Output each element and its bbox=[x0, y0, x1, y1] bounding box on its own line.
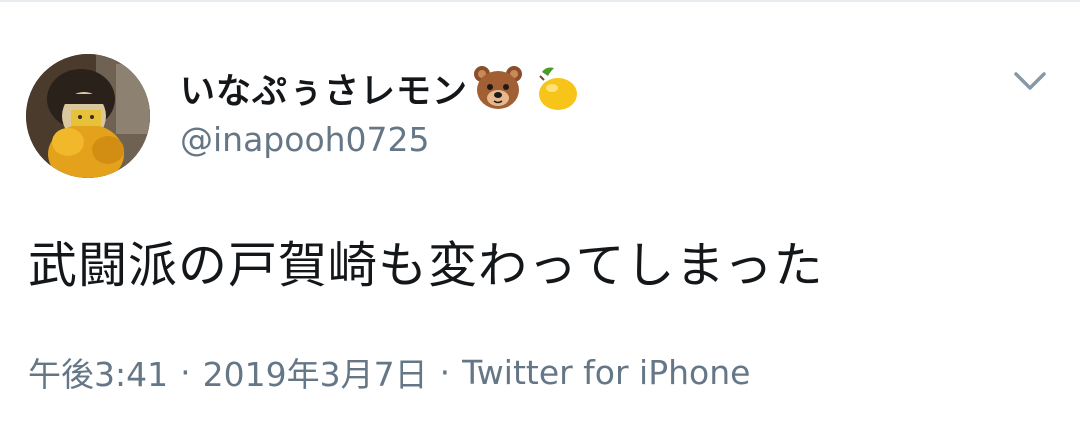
display-name-row[interactable]: いなぷぅさレモン bbox=[180, 60, 580, 116]
lemon-emoji bbox=[528, 62, 580, 114]
tweet-meta: 午後3:41 · 2019年3月7日 · Twitter for iPhone bbox=[28, 348, 750, 396]
meta-separator: · bbox=[439, 352, 451, 392]
tweet-text: 武闘派の戸賀崎も変わってしまった bbox=[28, 237, 824, 294]
display-name[interactable]: いなぷぅさレモン bbox=[180, 63, 468, 114]
chevron-down-icon[interactable] bbox=[1008, 64, 1052, 100]
tweet-time[interactable]: 午後3:41 bbox=[28, 348, 168, 396]
tweet-card: いなぷぅさレモン @inapooh0725 武闘派の戸賀崎も変わってしまった 午… bbox=[0, 0, 1080, 423]
tweet-source[interactable]: Twitter for iPhone bbox=[462, 353, 750, 392]
avatar[interactable] bbox=[26, 54, 150, 178]
bear-face-emoji bbox=[472, 62, 524, 114]
user-handle[interactable]: @inapooh0725 bbox=[180, 120, 430, 159]
meta-separator: · bbox=[180, 352, 191, 392]
avatar-image bbox=[26, 54, 150, 178]
tweet-date[interactable]: 2019年3月7日 bbox=[203, 348, 428, 396]
